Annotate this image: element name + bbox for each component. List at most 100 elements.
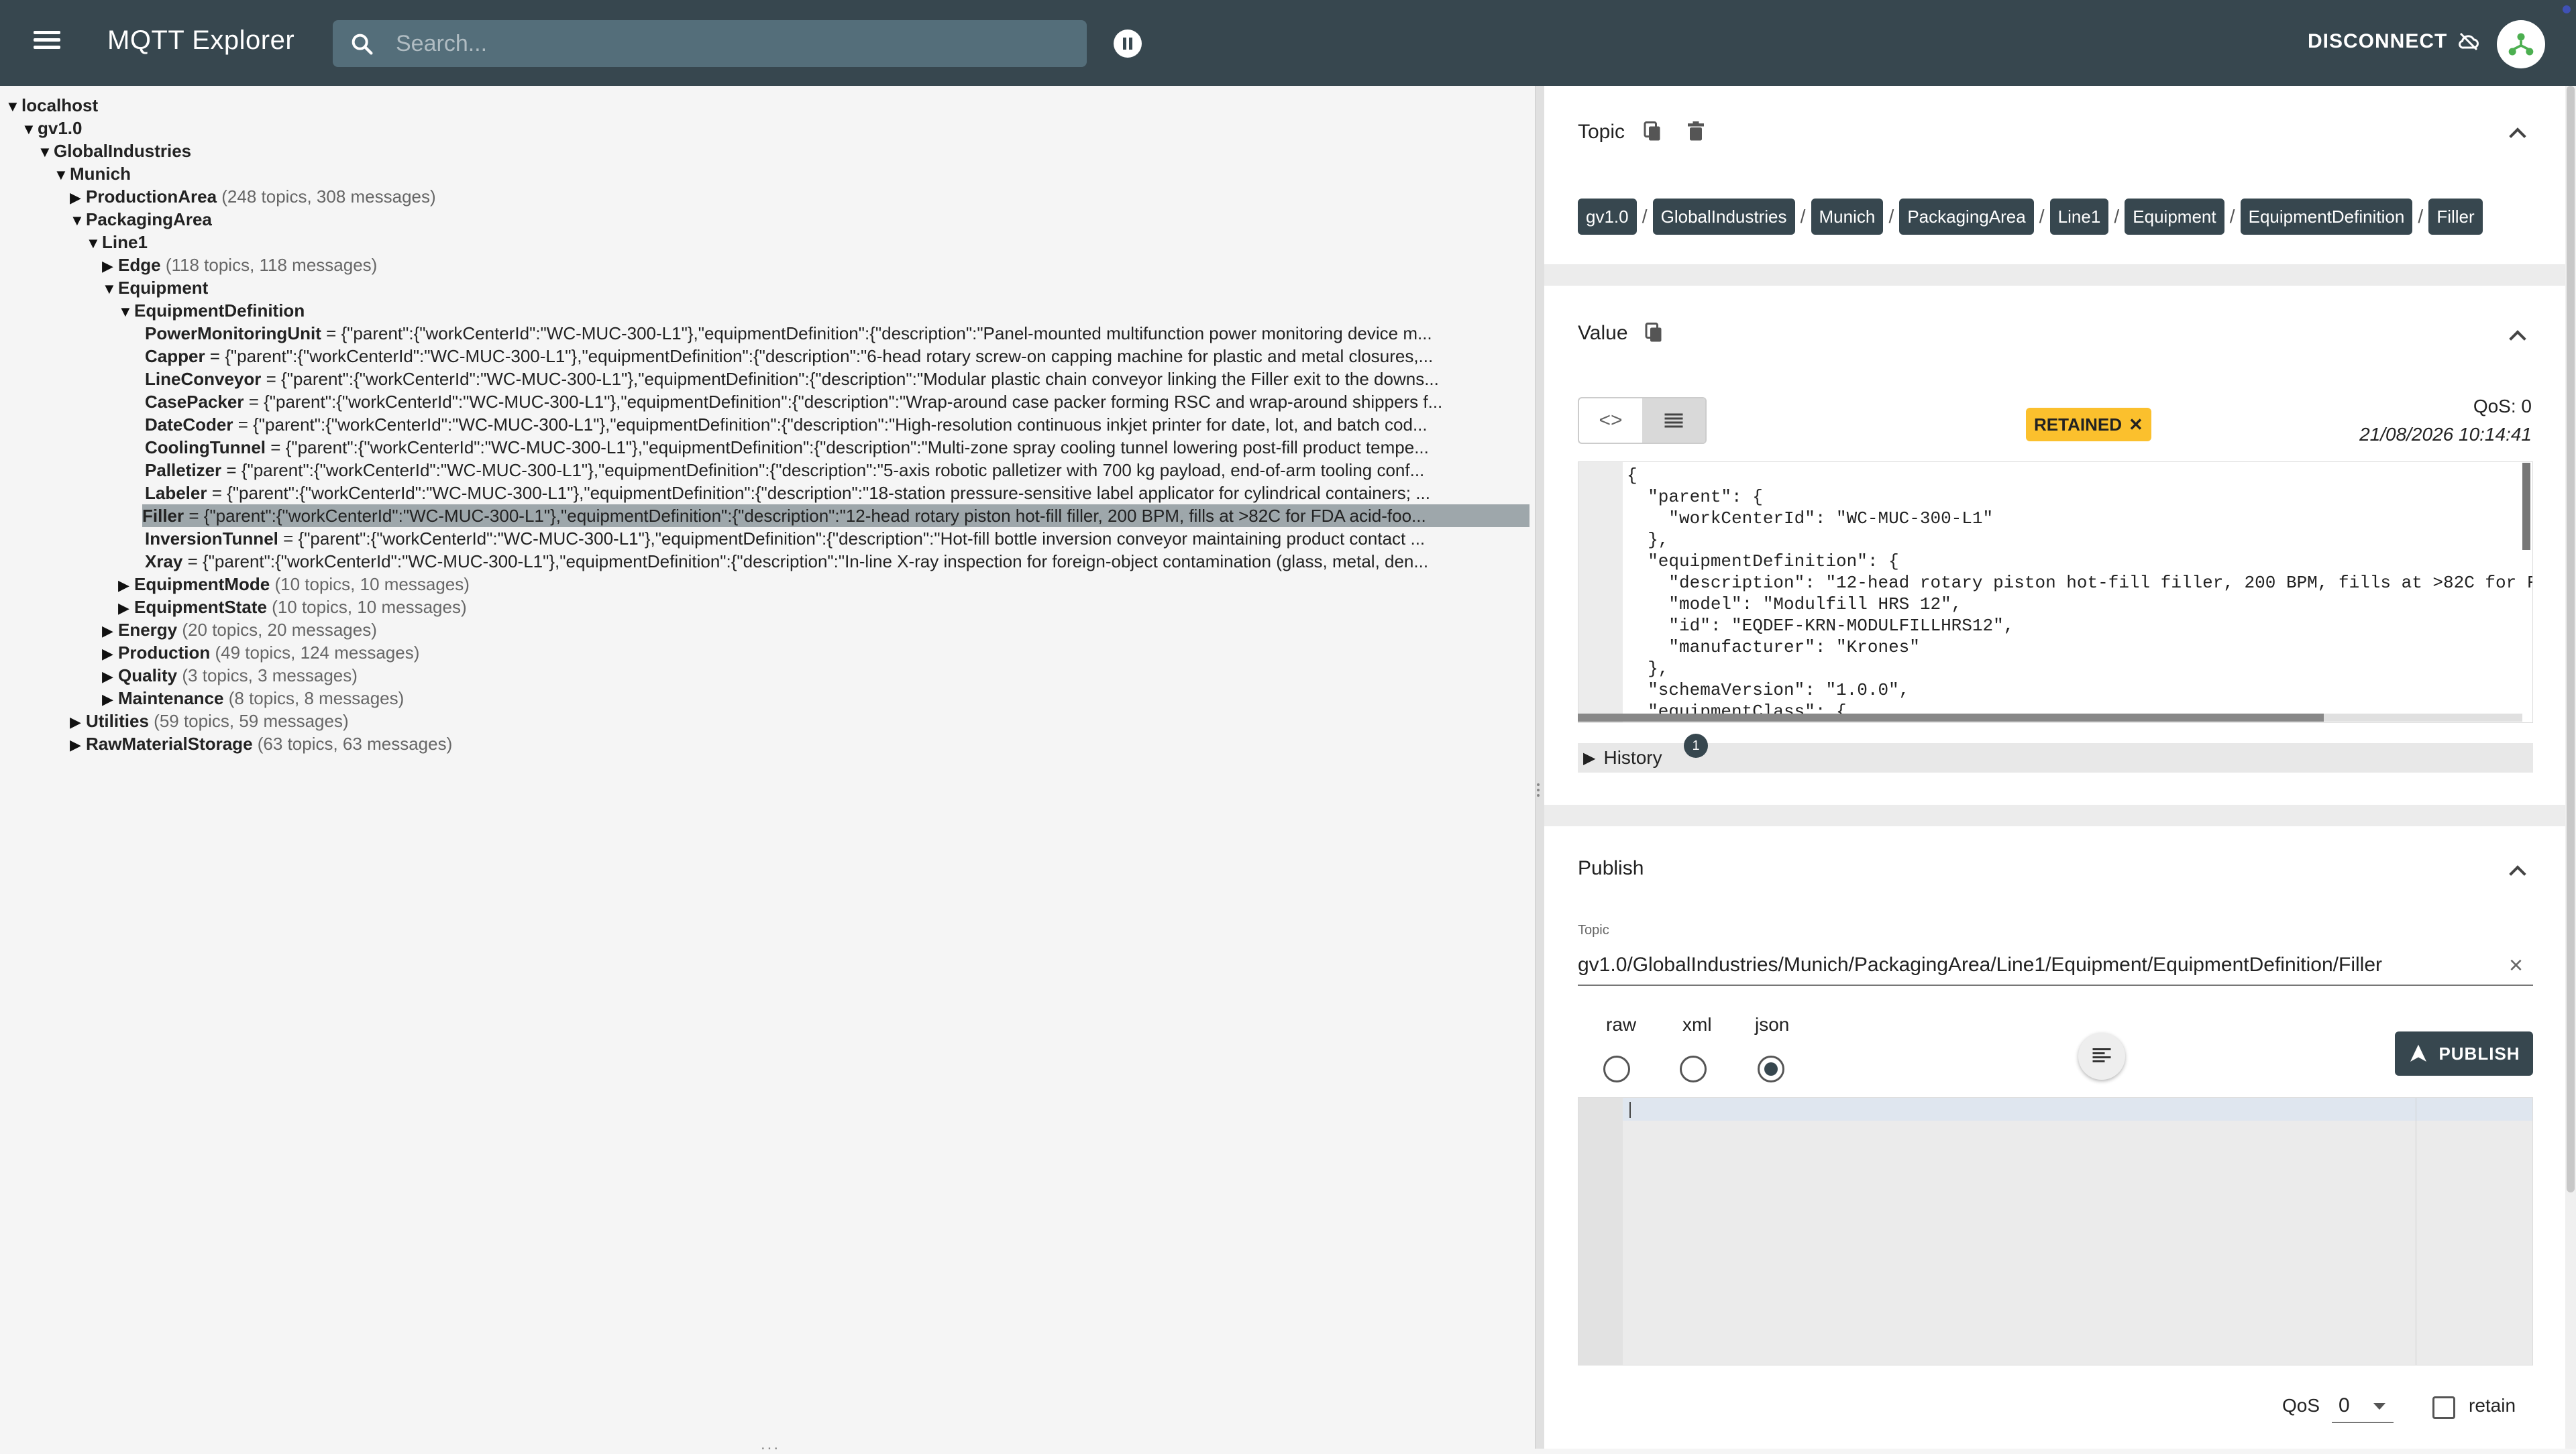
tree-node[interactable]: ▶ Energy (20 topics, 20 messages) [102, 618, 1529, 641]
tree-node[interactable]: ▼localhost [5, 94, 1529, 117]
tree-node[interactable]: Palletizer = {"parent":{"workCenterId":"… [145, 459, 1529, 482]
caret-down-icon[interactable]: ▼ [86, 232, 102, 254]
caret-down-icon[interactable]: ▼ [102, 278, 118, 299]
caret-down-icon[interactable]: ▼ [21, 118, 38, 139]
copy-value-icon[interactable] [1642, 321, 1666, 345]
splitter-handle[interactable] [1537, 781, 1541, 801]
tree-node[interactable]: ▼gv1.0 [21, 117, 1529, 139]
format-icon[interactable] [2078, 1033, 2125, 1080]
tree-node[interactable]: PowerMonitoringUnit = {"parent":{"workCe… [145, 322, 1529, 345]
tree-node-value: = {"parent":{"workCenterId":"WC-MUC-300-… [278, 528, 1426, 549]
history-toggle[interactable]: ▶ History [1578, 743, 2533, 773]
tree-node[interactable]: CasePacker = {"parent":{"workCenterId":"… [145, 390, 1529, 413]
caret-down-icon[interactable]: ▼ [70, 209, 86, 231]
tree-node[interactable]: ▶ Production (49 topics, 124 messages) [102, 641, 1529, 664]
topic-card [1544, 86, 2565, 264]
clear-icon[interactable]: × [2509, 951, 2523, 979]
format-radio-raw[interactable] [1603, 1056, 1630, 1082]
caret-right-icon[interactable]: ▶ [118, 574, 134, 596]
payload-editor[interactable] [1578, 1097, 2533, 1365]
caret-right-icon[interactable]: ▶ [70, 186, 86, 208]
tree-node[interactable]: ▶ Utilities (59 topics, 59 messages) [70, 710, 1529, 732]
pause-icon[interactable] [1114, 30, 1142, 58]
caret-right-icon[interactable]: ▶ [102, 665, 118, 687]
caret-right-icon[interactable]: ▶ [102, 688, 118, 710]
tree-node[interactable]: CoolingTunnel = {"parent":{"workCenterId… [145, 436, 1529, 459]
tree-node[interactable]: ▼EquipmentDefinition [118, 299, 1529, 322]
pane-splitter[interactable] [1535, 86, 1544, 1449]
search-input[interactable] [396, 20, 1067, 67]
collapse-topic-icon[interactable] [2508, 123, 2526, 142]
breadcrumb-chip[interactable]: PackagingArea [1899, 199, 2034, 235]
breadcrumb-chip[interactable]: Filler [2428, 199, 2483, 235]
page-scrollbar[interactable] [2565, 86, 2576, 1449]
breadcrumb-chip[interactable]: GlobalIndustries [1652, 199, 1795, 235]
format-radio-xml[interactable] [1680, 1056, 1707, 1082]
tree-node[interactable]: ▼PackagingArea [70, 208, 1529, 231]
tree-node[interactable]: LineConveyor = {"parent":{"workCenterId"… [145, 368, 1529, 390]
caret-right-icon[interactable]: ▶ [102, 255, 118, 276]
tree-node[interactable]: InversionTunnel = {"parent":{"workCenter… [145, 527, 1529, 550]
tree-node[interactable]: ▼GlobalIndustries [38, 139, 1529, 162]
tree-node[interactable]: ▶ RawMaterialStorage (63 topics, 63 messa… [70, 732, 1529, 755]
caret-right-icon[interactable]: ▶ [102, 642, 118, 664]
code-view-icon[interactable]: <> [1579, 398, 1642, 443]
tree-node[interactable]: ▶ Edge (118 topics, 118 messages) [102, 254, 1529, 276]
retain-checkbox[interactable] [2432, 1396, 2455, 1419]
tree-node-name: ProductionArea [86, 186, 217, 207]
caret-down-icon[interactable]: ▼ [54, 164, 70, 185]
close-icon[interactable]: ✕ [2129, 408, 2143, 441]
disconnect-button[interactable]: DISCONNECT [2308, 30, 2481, 54]
caret-down-icon[interactable]: ▼ [5, 95, 21, 117]
caret-right-icon[interactable]: ▶ [102, 620, 118, 641]
breadcrumb-chip[interactable]: EquipmentDefinition [2240, 199, 2413, 235]
search-bar[interactable] [333, 20, 1087, 67]
tree-node[interactable]: Filler = {"parent":{"workCenterId":"WC-M… [142, 504, 1529, 527]
resize-handle[interactable]: ... [761, 1435, 780, 1454]
editor-cursor [1629, 1102, 1631, 1118]
tree-node[interactable]: ▼Munich [54, 162, 1529, 185]
breadcrumb-chip[interactable]: Equipment [2125, 199, 2224, 235]
send-icon [2410, 1044, 2427, 1062]
disconnect-label: DISCONNECT [2308, 30, 2448, 52]
caret-down-icon[interactable]: ▼ [38, 141, 54, 162]
publish-topic-input[interactable] [1578, 946, 2533, 986]
text-view-icon[interactable] [1642, 398, 1705, 443]
tree-node[interactable]: ▶ EquipmentMode (10 topics, 10 messages) [118, 573, 1529, 596]
tree-node[interactable]: ▼Equipment [102, 276, 1529, 299]
tree-node[interactable]: Xray = {"parent":{"workCenterId":"WC-MUC… [145, 550, 1529, 573]
delete-icon[interactable] [1684, 119, 1708, 144]
code-line: "model": "Modulfill HRS 12", [1627, 594, 1962, 614]
copy-icon[interactable] [1641, 119, 1665, 144]
breadcrumb-chip[interactable]: gv1.0 [1578, 199, 1637, 235]
publish-title: Publish [1578, 857, 1644, 879]
caret-right-icon[interactable]: ▶ [118, 597, 134, 618]
menu-icon[interactable] [30, 27, 64, 59]
tree-node[interactable]: Capper = {"parent":{"workCenterId":"WC-M… [145, 345, 1529, 368]
tree-node[interactable]: ▶ Maintenance (8 topics, 8 messages) [102, 687, 1529, 710]
tree-node[interactable]: ▶ EquipmentState (10 topics, 10 messages) [118, 596, 1529, 618]
avatar[interactable] [2497, 20, 2545, 68]
code-line: }, [1627, 530, 1669, 550]
tree-node[interactable]: ▼Line1 [86, 231, 1529, 254]
code-line: "description": "12-head rotary piston ho… [1627, 573, 2533, 593]
tree-node-name: Production [118, 642, 211, 663]
caret-right-icon[interactable]: ▶ [70, 734, 86, 755]
breadcrumb-chip[interactable]: Line1 [2049, 199, 2109, 235]
collapse-value-icon[interactable] [2508, 326, 2526, 345]
tree-node[interactable]: DateCoder = {"parent":{"workCenterId":"W… [145, 413, 1529, 436]
value-viewer[interactable]: { "parent": { "workCenterId": "WC-MUC-30… [1578, 461, 2533, 723]
caret-down-icon[interactable]: ▼ [118, 300, 134, 322]
tree-node[interactable]: ▶ Quality (3 topics, 3 messages) [102, 664, 1529, 687]
breadcrumb-chip[interactable]: Munich [1811, 199, 1884, 235]
code-vertical-scrollbar[interactable] [2522, 463, 2530, 550]
format-radio-json[interactable] [1758, 1056, 1784, 1082]
tree-node[interactable]: Labeler = {"parent":{"workCenterId":"WC-… [145, 482, 1529, 504]
publish-button[interactable]: PUBLISH [2395, 1031, 2533, 1076]
tree-node[interactable]: ▶ ProductionArea (248 topics, 308 message… [70, 185, 1529, 208]
retained-badge[interactable]: RETAINED ✕ [2026, 408, 2151, 441]
qos-select[interactable]: 0 [2332, 1390, 2394, 1423]
caret-right-icon[interactable]: ▶ [70, 711, 86, 732]
collapse-publish-icon[interactable] [2508, 861, 2526, 880]
code-horizontal-scrollbar[interactable] [1578, 714, 2522, 722]
